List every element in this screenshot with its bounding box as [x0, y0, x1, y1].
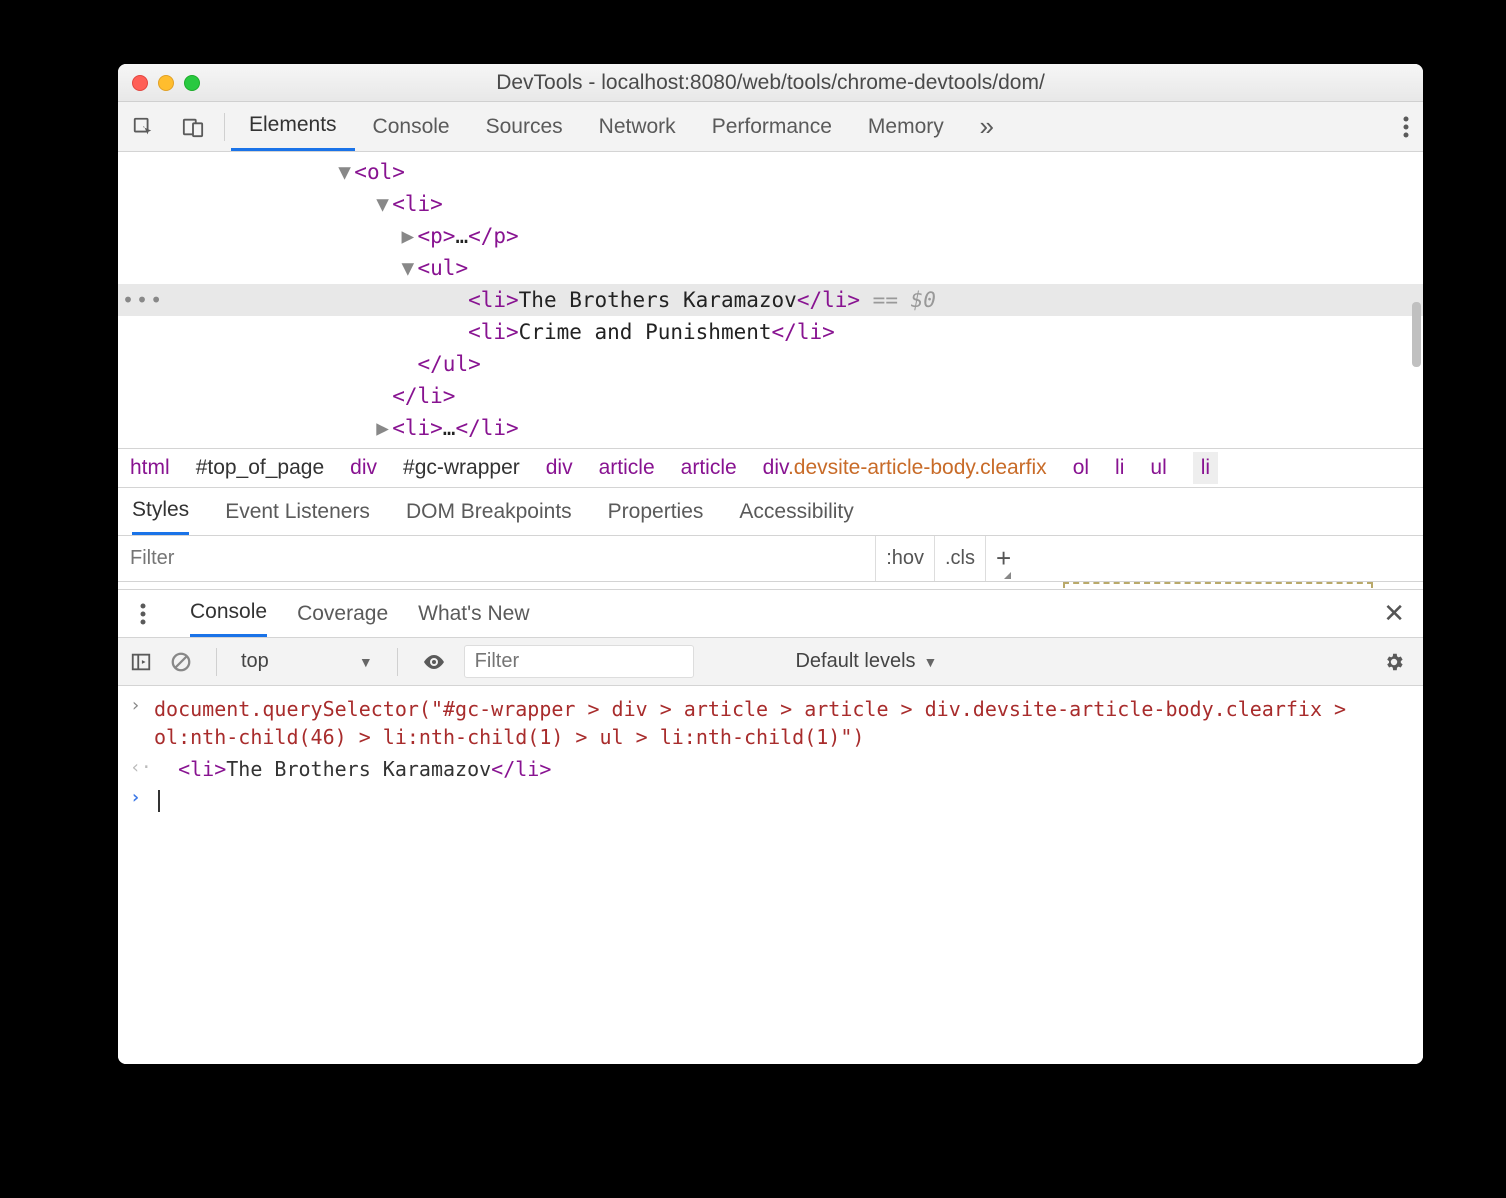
console-settings-icon[interactable]: [1383, 651, 1405, 673]
tab-network[interactable]: Network: [581, 102, 694, 151]
clear-console-icon[interactable]: [170, 651, 192, 673]
close-drawer-icon[interactable]: ✕: [1383, 598, 1405, 629]
new-rule-button[interactable]: +: [985, 536, 1013, 581]
subtab-event-listeners[interactable]: Event Listeners: [225, 500, 370, 524]
breadcrumb-item[interactable]: div: [350, 456, 377, 480]
divider: [216, 648, 217, 676]
prompt-marker-icon: ›: [130, 787, 154, 808]
dom-tree[interactable]: ▼<ol> ▼<li> ▶<p>…</p> ▼<ul>••• <li>The B…: [118, 152, 1423, 448]
drawer-tab-coverage[interactable]: Coverage: [297, 602, 388, 626]
box-model-margin: [1063, 582, 1373, 588]
console-filter-input[interactable]: [464, 645, 694, 678]
output-text: The Brothers Karamazov: [226, 757, 491, 781]
live-expression-icon[interactable]: [422, 650, 446, 674]
drawer-tab-whats-new[interactable]: What's New: [418, 602, 529, 626]
dom-row[interactable]: ▶<p>…</p>: [118, 220, 1423, 252]
breadcrumb-item[interactable]: div.devsite-article-body.clearfix: [763, 456, 1047, 480]
console-prompt-row[interactable]: ›: [130, 784, 1411, 815]
inspect-icon[interactable]: [118, 116, 168, 138]
subtab-accessibility[interactable]: Accessibility: [739, 500, 853, 524]
dom-row[interactable]: ▼<ol>: [118, 156, 1423, 188]
output-tag-open: <li>: [178, 757, 226, 781]
console-output: <li>The Brothers Karamazov</li>: [154, 757, 551, 781]
dom-row[interactable]: </li>: [118, 380, 1423, 412]
titlebar: DevTools - localhost:8080/web/tools/chro…: [118, 64, 1423, 102]
console-body[interactable]: › document.querySelector("#gc-wrapper > …: [118, 686, 1423, 1064]
console-input-row: › document.querySelector("#gc-wrapper > …: [130, 692, 1411, 754]
dom-row[interactable]: ▼<li>: [118, 188, 1423, 220]
context-value: top: [241, 650, 269, 673]
hov-button[interactable]: :hov: [875, 536, 934, 581]
breadcrumb-item[interactable]: article: [681, 456, 737, 480]
dom-row[interactable]: ••• <li>The Brothers Karamazov</li> == $…: [118, 284, 1423, 316]
breadcrumb-item[interactable]: li: [1115, 456, 1124, 480]
divider: [224, 113, 225, 141]
input-marker-icon: ›: [130, 695, 154, 716]
drawer-kebab-icon[interactable]: [126, 603, 160, 625]
console-output-row: ‹· <li>The Brothers Karamazov</li>: [130, 754, 1411, 784]
divider: [397, 648, 398, 676]
tab-memory[interactable]: Memory: [850, 102, 962, 151]
devtools-window: DevTools - localhost:8080/web/tools/chro…: [118, 64, 1423, 1064]
tab-elements[interactable]: Elements: [231, 102, 355, 151]
subtab-dom-breakpoints[interactable]: DOM Breakpoints: [406, 500, 572, 524]
styles-body: [118, 582, 1423, 590]
breadcrumb-item[interactable]: #top_of_page: [196, 456, 324, 480]
styles-tab-bar: Styles Event Listeners DOM Breakpoints P…: [118, 488, 1423, 536]
dom-row[interactable]: <li>Crime and Punishment</li>: [118, 316, 1423, 348]
text-caret: [158, 790, 160, 812]
tab-sources[interactable]: Sources: [468, 102, 581, 151]
levels-value: Default levels: [795, 650, 915, 673]
breadcrumb: html #top_of_page div #gc-wrapper div article…: [118, 448, 1423, 488]
levels-select[interactable]: Default levels ▼: [795, 650, 1197, 673]
drawer-tab-bar: Console Coverage What's New ✕: [118, 590, 1423, 638]
breadcrumb-item[interactable]: article: [599, 456, 655, 480]
context-select[interactable]: top ▼: [241, 650, 373, 673]
dom-row[interactable]: </ul>: [118, 348, 1423, 380]
selected-marker-icon: •••: [122, 284, 164, 316]
subtab-styles[interactable]: Styles: [132, 488, 189, 535]
console-toolbar: top ▼ Default levels ▼: [118, 638, 1423, 686]
subtab-properties[interactable]: Properties: [608, 500, 704, 524]
breadcrumb-item[interactable]: li: [1193, 452, 1218, 484]
breadcrumb-item[interactable]: #gc-wrapper: [403, 456, 520, 480]
output-tag-close: </li>: [491, 757, 551, 781]
scrollbar-thumb[interactable]: [1412, 302, 1421, 367]
console-sidebar-toggle-icon[interactable]: [130, 651, 152, 673]
main-tab-bar: Elements Console Sources Network Perform…: [118, 102, 1423, 152]
settings-kebab-icon[interactable]: [1389, 116, 1423, 138]
breadcrumb-item[interactable]: div: [546, 456, 573, 480]
more-tabs-icon[interactable]: »: [962, 111, 1012, 142]
cls-button[interactable]: .cls: [934, 536, 985, 581]
device-toggle-icon[interactable]: [168, 116, 218, 138]
drawer-tab-console[interactable]: Console: [190, 590, 267, 637]
window-title: DevTools - localhost:8080/web/tools/chro…: [118, 71, 1423, 95]
breadcrumb-item[interactable]: html: [130, 456, 170, 480]
styles-toolbar: :hov .cls +: [118, 536, 1423, 582]
breadcrumb-item[interactable]: ul: [1150, 456, 1166, 480]
dom-row[interactable]: ▶<li>…</li>: [118, 412, 1423, 444]
styles-filter-input[interactable]: [118, 536, 875, 581]
dom-row[interactable]: ▼<ul>: [118, 252, 1423, 284]
tab-console[interactable]: Console: [355, 102, 468, 151]
tab-performance[interactable]: Performance: [694, 102, 850, 151]
console-input-text: document.querySelector("#gc-wrapper > di…: [154, 695, 1411, 751]
breadcrumb-item[interactable]: ol: [1073, 456, 1089, 480]
output-marker-icon: ‹·: [130, 757, 154, 778]
